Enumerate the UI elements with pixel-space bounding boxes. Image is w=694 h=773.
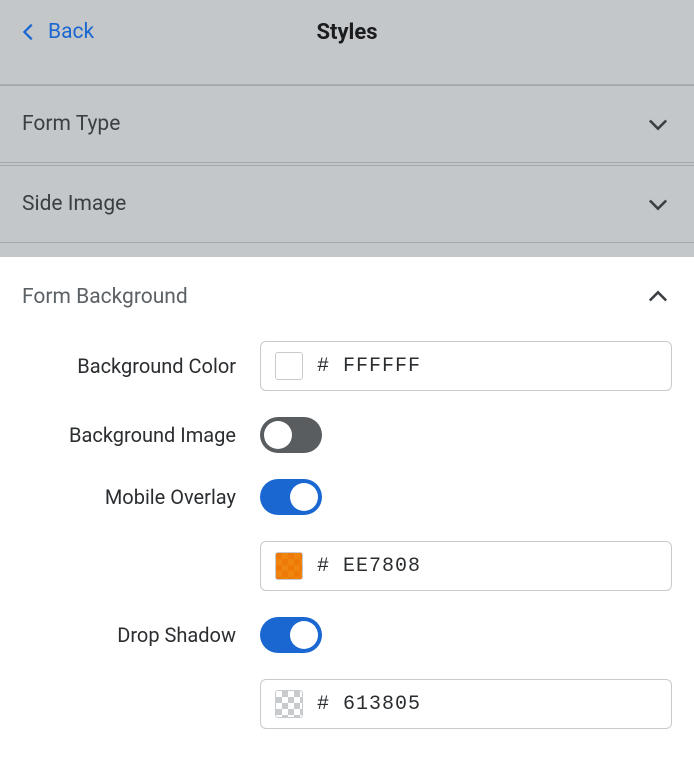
hex-input[interactable] [343,693,657,716]
toggle-drop-shadow[interactable] [260,617,322,653]
section-label: Side Image [22,192,126,216]
color-input[interactable]: # [260,541,672,591]
row-mobile-overlay-color: . # [22,541,672,591]
row-drop-shadow: Drop Shadow [22,617,672,653]
field-label: Background Color [22,354,260,378]
hash-symbol: # [317,693,329,716]
field-label: Drop Shadow [22,623,260,647]
toggle-mobile-overlay[interactable] [260,479,322,515]
hash-symbol: # [317,555,329,578]
row-drop-shadow-color: . # [22,679,672,729]
back-button[interactable]: Back [0,20,94,44]
accordion-gap [0,243,694,257]
chevron-up-icon [644,283,672,311]
color-swatch[interactable] [275,552,303,580]
color-input[interactable]: # [260,341,672,391]
hex-input[interactable] [343,355,657,378]
section-label: Form Background [22,285,188,309]
hash-symbol: # [317,355,329,378]
color-input[interactable]: # [260,679,672,729]
back-label: Back [48,20,94,44]
color-swatch[interactable] [275,352,303,380]
section-form-background-header[interactable]: Form Background [22,283,672,311]
toggle-knob [290,483,318,511]
row-background-image: Background Image [22,417,672,453]
hex-input[interactable] [343,555,657,578]
toggle-knob [264,421,292,449]
color-swatch[interactable] [275,690,303,718]
panel-header: Back Styles [0,0,694,85]
chevron-down-icon [644,190,672,218]
section-form-background: Form Background Background Color # Backg… [0,257,694,773]
field-label: Background Image [22,423,260,447]
section-side-image[interactable]: Side Image [0,165,694,243]
chevron-left-icon [18,21,40,43]
panel-title: Styles [0,20,694,45]
toggle-knob [290,621,318,649]
section-form-type[interactable]: Form Type [0,85,694,163]
section-label: Form Type [22,112,120,136]
row-background-color: Background Color # [22,341,672,391]
chevron-down-icon [644,110,672,138]
toggle-background-image[interactable] [260,417,322,453]
field-label: Mobile Overlay [22,485,260,509]
accordion: Form Type Side Image [0,85,694,257]
row-mobile-overlay: Mobile Overlay [22,479,672,515]
